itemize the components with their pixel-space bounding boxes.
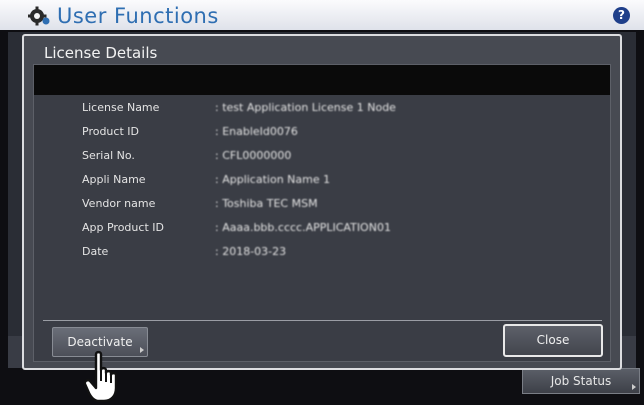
dialog-header-bar (34, 65, 610, 95)
detail-value: : Aaaa.bbb.cccc.APPLICATION01 (215, 221, 391, 234)
hand-pointer-icon (84, 350, 118, 403)
detail-label: App Product ID (82, 221, 164, 234)
detail-value: : Toshiba TEC MSM (215, 197, 318, 210)
detail-label: License Name (82, 101, 160, 114)
detail-label: Serial No. (82, 149, 135, 162)
detail-label: Vendor name (82, 197, 156, 210)
detail-label: Appli Name (82, 173, 146, 186)
divider (43, 320, 602, 321)
dialog-content: License Name : test Application License … (33, 64, 611, 362)
detail-value: : CFL0000000 (215, 149, 292, 162)
detail-value: : EnableId0076 (215, 125, 298, 138)
detail-label: Date (82, 245, 109, 258)
corner-arrow-icon (632, 384, 636, 390)
close-button[interactable]: Close (503, 324, 603, 357)
deactivate-label: Deactivate (67, 335, 133, 349)
license-details-dialog: License Details License Name : test Appl… (22, 34, 622, 370)
job-status-button[interactable]: Job Status (522, 368, 640, 394)
job-status-label: Job Status (550, 374, 612, 388)
detail-value: : test Application License 1 Node (215, 101, 396, 114)
detail-value: : 2018-03-23 (215, 245, 287, 258)
help-icon[interactable]: ? (613, 7, 630, 24)
app-title: User Functions (57, 4, 219, 28)
corner-arrow-icon (140, 347, 144, 353)
gear-icon (28, 6, 50, 26)
dialog-title: License Details (44, 44, 158, 62)
detail-value: : Application Name 1 (215, 173, 331, 186)
detail-label: Product ID (82, 125, 139, 138)
app-header: User Functions ? (0, 0, 644, 30)
